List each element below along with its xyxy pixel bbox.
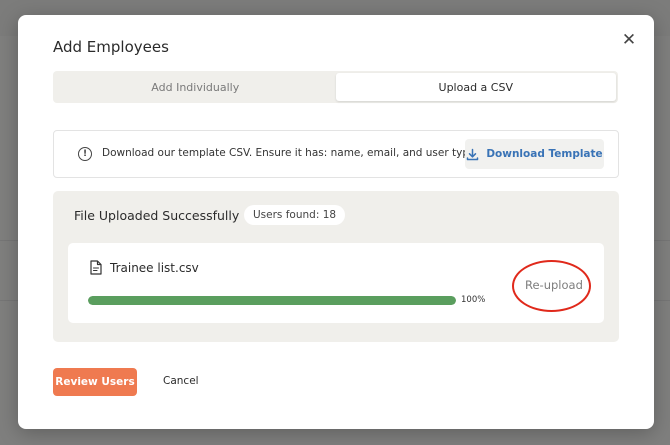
file-name: Trainee list.csv <box>110 261 199 275</box>
tab-add-individually[interactable]: Add Individually <box>55 73 336 101</box>
upload-mode-tabs: Add Individually Upload a CSV <box>53 71 618 103</box>
upload-progress-label: 100% <box>461 295 486 305</box>
document-icon <box>90 260 102 279</box>
add-employees-modal: Add Employees ✕ Add Individually Upload … <box>18 15 654 429</box>
info-icon: ! <box>78 147 92 161</box>
upload-progress-bar <box>88 296 456 305</box>
upload-status-title: File Uploaded Successfully <box>74 208 240 223</box>
download-template-button[interactable]: Download Template <box>465 139 604 169</box>
tab-upload-csv[interactable]: Upload a CSV <box>335 73 616 101</box>
uploaded-file-card: Trainee list.csv 100% Re-upload <box>68 243 604 323</box>
download-icon <box>466 148 479 161</box>
cancel-button[interactable]: Cancel <box>163 375 199 387</box>
template-info-text: Download our template CSV. Ensure it has… <box>102 147 479 159</box>
review-users-button[interactable]: Review Users <box>53 368 137 396</box>
template-info-box: ! Download our template CSV. Ensure it h… <box>53 130 619 178</box>
close-icon[interactable]: ✕ <box>620 31 638 49</box>
download-template-label: Download Template <box>486 148 603 160</box>
upload-result-panel: File Uploaded Successfully Users found: … <box>53 191 619 342</box>
highlight-annotation <box>512 260 591 312</box>
modal-title: Add Employees <box>53 38 169 56</box>
upload-progress-fill <box>88 296 456 305</box>
users-found-badge: Users found: 18 <box>244 205 346 225</box>
